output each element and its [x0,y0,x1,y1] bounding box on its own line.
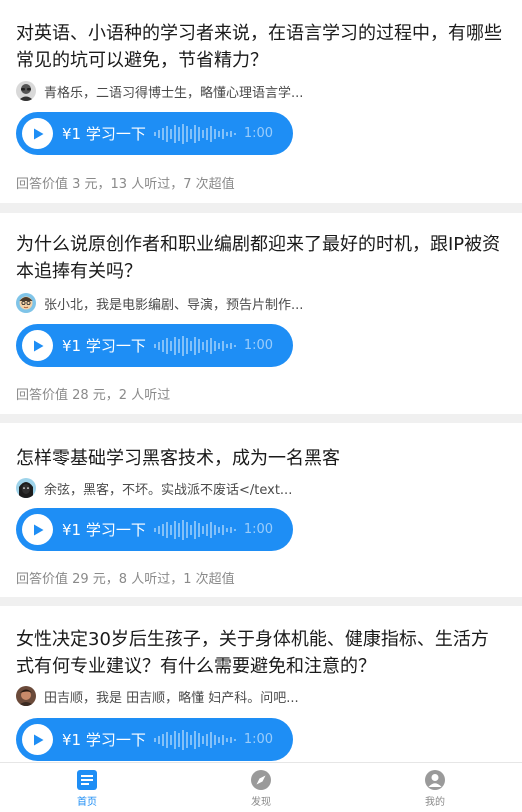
voice-duration: 1:00 [243,522,274,537]
waveform-icon [153,335,236,356]
voice-price-label: ¥1 学习一下 [62,125,146,143]
voice-answer-button[interactable]: ¥1 学习一下 1:00 [16,508,293,551]
home-icon [77,770,97,790]
question-card[interactable]: 对英语、小语种的学习者来说，在语言学习的过程中，有哪些常见的坑可以避免，节省精力… [0,0,522,203]
avatar-man-glasses-icon [16,81,36,101]
avatar-cartoon-icon [16,293,36,313]
tab-discover[interactable]: 发现 [231,769,291,808]
answerer-row[interactable]: 余弦，黑客，不坏。实战派不废话</text... [16,477,506,499]
voice-duration: 1:00 [243,732,274,747]
answerer-text: 田吉顺，我是 田吉顺，略懂 妇产科。问吧... [44,690,299,706]
question-card[interactable]: 为什么说原创作者和职业编剧都迎来了最好的时机，跟IP被资本追捧有关吗？ 张小北，… [0,213,522,414]
answerer-row[interactable]: 张小北，我是电影编剧、导演，预告片制作... [16,292,506,314]
voice-price-label: ¥1 学习一下 [62,521,146,539]
tab-mine-label: 我的 [425,797,445,808]
avatar-photo-icon [16,686,36,706]
play-icon [22,514,53,545]
answerer-row[interactable]: 田吉顺，我是 田吉顺，略懂 妇产科。问吧... [16,685,506,707]
waveform-icon [153,519,236,540]
compass-icon [251,770,271,790]
voice-price-label: ¥1 学习一下 [62,337,146,355]
question-feed: 对英语、小语种的学习者来说，在语言学习的过程中，有哪些常见的坑可以避免，节省精力… [0,0,522,812]
voice-answer-button[interactable]: ¥1 学习一下 1:00 [16,324,293,367]
answerer-text: 余弦，黑客，不坏。实战派不废话</text... [44,482,293,498]
voice-price-label: ¥1 学习一下 [62,731,146,749]
bottom-tab-bar: 首页 发现 我的 [0,762,522,812]
voice-answer-button[interactable]: ¥1 学习一下 1:00 [16,718,293,761]
voice-duration: 1:00 [243,338,274,353]
tab-home[interactable]: 首页 [57,769,117,808]
tab-home-label: 首页 [77,797,97,808]
question-title[interactable]: 女性决定30岁后生孩子，关于身体机能、健康指标、生活方式有何专业建议？有什么需要… [16,626,506,680]
question-title[interactable]: 为什么说原创作者和职业编剧都迎来了最好的时机，跟IP被资本追捧有关吗？ [16,231,506,285]
waveform-icon [153,729,236,750]
play-icon [22,724,53,755]
tab-mine[interactable]: 我的 [405,769,465,808]
waveform-icon [153,123,236,144]
answerer-text: 青格乐，二语习得博士生，略懂心理语言学... [44,85,304,101]
question-title[interactable]: 怎样零基础学习黑客技术，成为一名黑客 [16,445,506,472]
tab-discover-label: 发现 [251,797,271,808]
avatar-hooded-icon [16,478,36,498]
voice-duration: 1:00 [243,126,274,141]
answerer-text: 张小北，我是电影编剧、导演，预告片制作... [44,297,304,313]
play-icon [22,330,53,361]
question-title[interactable]: 对英语、小语种的学习者来说，在语言学习的过程中，有哪些常见的坑可以避免，节省精力… [16,20,506,74]
play-icon [22,118,53,149]
voice-answer-button[interactable]: ¥1 学习一下 1:00 [16,112,293,155]
user-icon [425,770,445,790]
question-card[interactable]: 怎样零基础学习黑客技术，成为一名黑客 余弦，黑客，不坏。实战派不废话</text… [0,423,522,597]
answerer-row[interactable]: 青格乐，二语习得博士生，略懂心理语言学... [16,80,506,102]
answer-stats: 回答价值 28 元，2 人听过 [16,388,171,403]
answer-stats: 回答价值 29 元，8 人听过，1 次超值 [16,572,235,587]
answer-stats: 回答价值 3 元，13 人听过，7 次超值 [16,177,235,192]
